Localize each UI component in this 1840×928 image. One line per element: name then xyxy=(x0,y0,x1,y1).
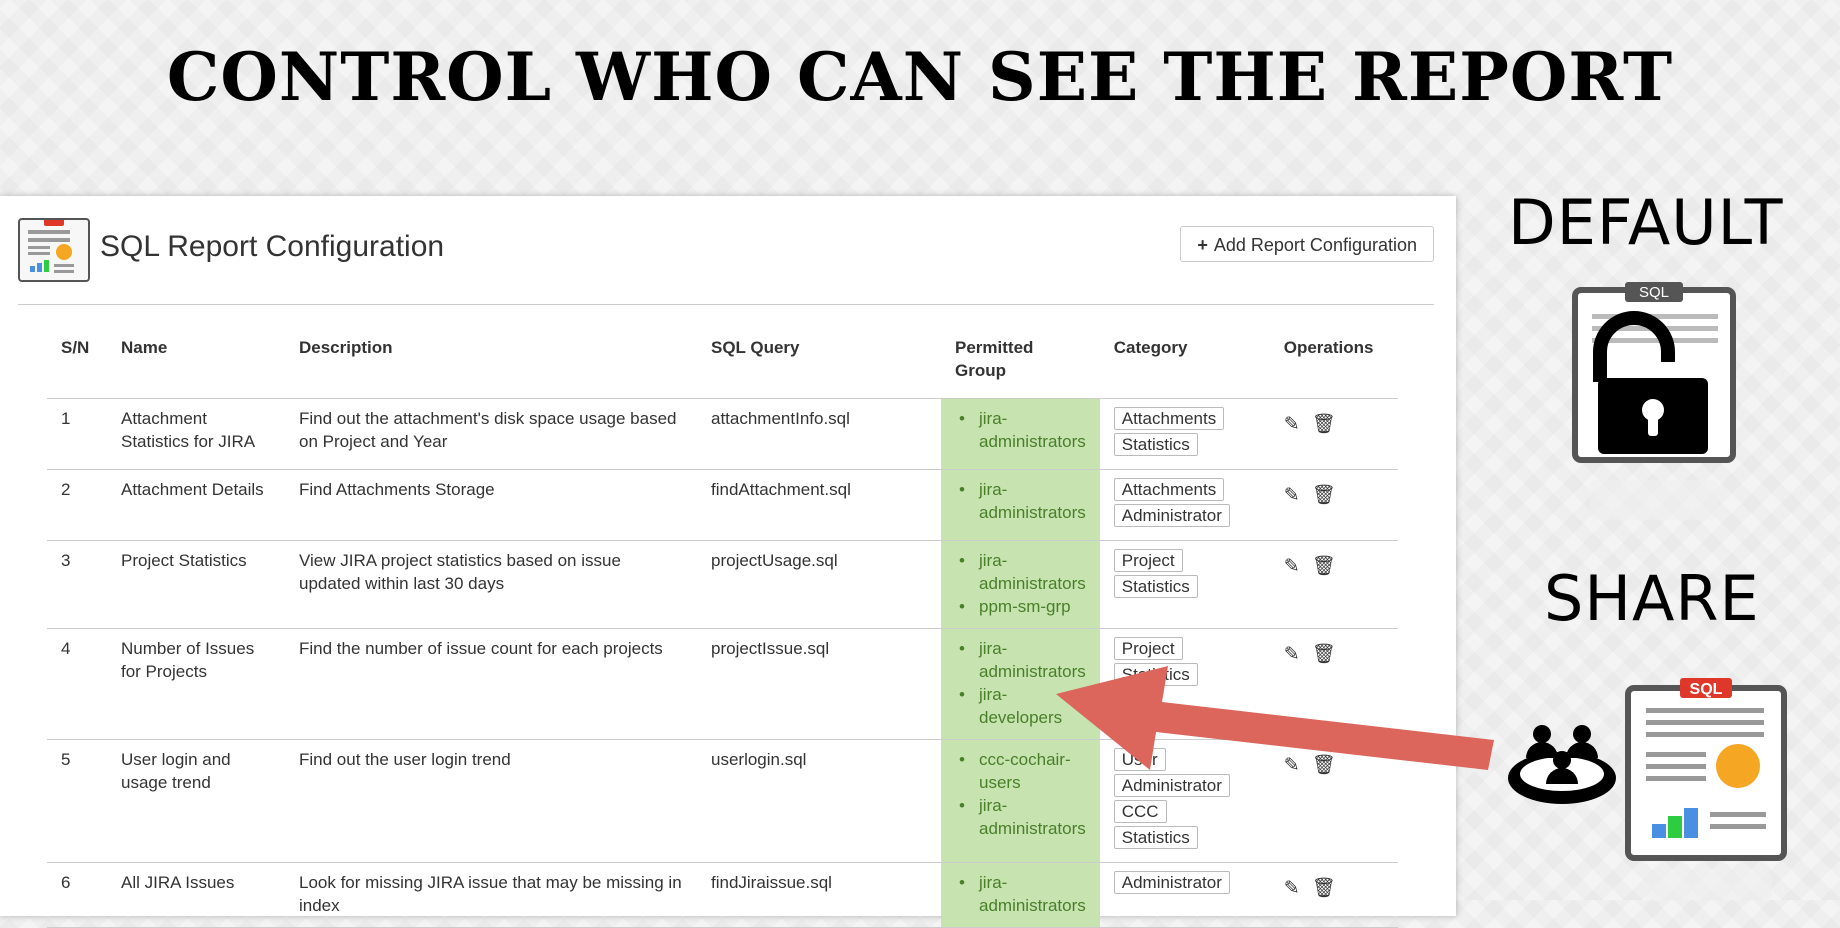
row-sn: 5 xyxy=(47,739,107,863)
plus-icon: + xyxy=(1197,235,1208,255)
col-header-description: Description xyxy=(285,328,697,399)
row-name: All JIRA Issues xyxy=(107,862,285,928)
row-description: Look for missing JIRA issue that may be … xyxy=(285,862,697,928)
row-description: Find Attachments Storage xyxy=(285,469,697,541)
row-sn: 2 xyxy=(47,469,107,541)
category-tag: Project xyxy=(1113,637,1183,660)
locked-sql-report-icon: SQL xyxy=(1570,282,1740,527)
col-header-operations: Operations xyxy=(1269,328,1398,399)
row-sql-query: projectUsage.sql xyxy=(697,540,941,629)
row-sn: 3 xyxy=(47,540,107,629)
row-operations: ✎ 🗑 xyxy=(1269,862,1398,928)
row-categories: Project Statistics xyxy=(1099,540,1270,629)
row-name: Attachment Statistics for JIRA xyxy=(107,398,285,470)
row-permitted-groups: jira-administrators ppm-sm-grp xyxy=(941,540,1100,629)
sql-report-app-icon xyxy=(18,218,90,282)
share-label: SHARE xyxy=(1544,562,1760,635)
row-name: Attachment Details xyxy=(107,469,285,541)
row-description: View JIRA project statistics based on is… xyxy=(285,540,697,629)
category-tag: Project xyxy=(1113,549,1183,572)
default-label: DEFAULT xyxy=(1508,186,1784,259)
pencil-icon[interactable]: ✎ xyxy=(1284,484,1300,507)
row-sn: 1 xyxy=(47,398,107,470)
category-tag: Statistics xyxy=(1113,575,1198,598)
row-description: Find out the attachment's disk space usa… xyxy=(285,398,697,470)
header-divider xyxy=(18,304,1434,305)
add-report-configuration-button[interactable]: + Add Report Configuration xyxy=(1180,226,1434,262)
permitted-group-item: ppm-sm-grp xyxy=(959,595,1086,618)
row-sql-query: projectIssue.sql xyxy=(697,628,941,740)
category-tag: CCC xyxy=(1113,800,1167,823)
report-config-table: S/N Name Description SQL Query Permitted… xyxy=(47,328,1398,928)
category-tag: Administrator xyxy=(1113,504,1230,527)
share-arrow xyxy=(1056,666,1494,770)
category-tag: Administrator xyxy=(1113,871,1230,894)
pencil-icon[interactable]: ✎ xyxy=(1284,555,1300,578)
sql-badge-text: SQL xyxy=(1690,681,1723,698)
trash-icon[interactable]: 🗑 xyxy=(1312,877,1336,900)
table-row: 2 Attachment Details Find Attachments St… xyxy=(47,469,1398,541)
sql-report-panel: SQL Report Configuration + Add Report Con… xyxy=(0,196,1456,928)
row-permitted-groups: jira-administrators xyxy=(941,862,1100,928)
permitted-group-item: jira-administrators xyxy=(959,407,1086,453)
category-tag: Statistics xyxy=(1113,826,1198,849)
pencil-icon[interactable]: ✎ xyxy=(1284,877,1300,900)
trash-icon[interactable]: 🗑 xyxy=(1312,413,1336,436)
permitted-group-item: jira-administrators xyxy=(959,478,1086,524)
row-operations: ✎ 🗑 xyxy=(1269,469,1398,541)
category-tag: Attachments xyxy=(1113,478,1225,501)
row-name: User login and usage trend xyxy=(107,739,285,863)
permitted-group-item: jira-administrators xyxy=(959,794,1086,840)
row-sql-query: userlogin.sql xyxy=(697,739,941,863)
row-categories: Attachments Statistics xyxy=(1099,398,1270,470)
category-tag: Statistics xyxy=(1113,433,1198,456)
row-sql-query: findJiraissue.sql xyxy=(697,862,941,928)
user-group-icon xyxy=(1504,720,1620,815)
add-report-configuration-label: Add Report Configuration xyxy=(1213,235,1417,255)
row-categories: Attachments Administrator xyxy=(1099,469,1270,541)
row-permitted-groups: jira-administrators xyxy=(941,398,1100,470)
col-header-category: Category xyxy=(1099,328,1270,399)
row-operations: ✎ 🗑 xyxy=(1269,398,1398,470)
permitted-group-item: jira-administrators xyxy=(959,871,1086,917)
row-categories: Administrator xyxy=(1099,862,1270,928)
row-description: Find out the user login trend xyxy=(285,739,697,863)
slide-title: CONTROL WHO CAN SEE THE REPORT xyxy=(166,38,1674,116)
row-sql-query: findAttachment.sql xyxy=(697,469,941,541)
panel-title: SQL Report Configuration xyxy=(100,230,445,263)
permitted-group-item: jira-administrators xyxy=(959,549,1086,595)
row-sn: 6 xyxy=(47,862,107,928)
pencil-icon[interactable]: ✎ xyxy=(1284,413,1300,436)
table-header-row: S/N Name Description SQL Query Permitted… xyxy=(47,328,1398,399)
table-row: 3 Project Statistics View JIRA project s… xyxy=(47,540,1398,629)
row-sn: 4 xyxy=(47,628,107,740)
sql-badge-text: SQL xyxy=(1639,284,1669,301)
category-tag: Attachments xyxy=(1113,407,1225,430)
panel-header: SQL Report Configuration + Add Report Con… xyxy=(18,218,1434,300)
sql-report-icon: SQL xyxy=(1624,676,1792,905)
trash-icon[interactable]: 🗑 xyxy=(1312,484,1336,507)
row-name: Project Statistics xyxy=(107,540,285,629)
col-header-sql-query: SQL Query xyxy=(697,328,941,399)
col-header-name: Name xyxy=(107,328,285,399)
row-description: Find the number of issue count for each … xyxy=(285,628,697,740)
trash-icon[interactable]: 🗑 xyxy=(1312,555,1336,578)
table-row: 6 All JIRA Issues Look for missing JIRA … xyxy=(47,862,1398,928)
row-sql-query: attachmentInfo.sql xyxy=(697,398,941,470)
col-header-permitted-group: Permitted Group xyxy=(941,328,1100,399)
col-header-sn: S/N xyxy=(47,328,107,399)
row-operations: ✎ 🗑 xyxy=(1269,540,1398,629)
row-name: Number of Issues for Projects xyxy=(107,628,285,740)
table-row: 1 Attachment Statistics for JIRA Find ou… xyxy=(47,398,1398,470)
row-permitted-groups: jira-administrators xyxy=(941,469,1100,541)
